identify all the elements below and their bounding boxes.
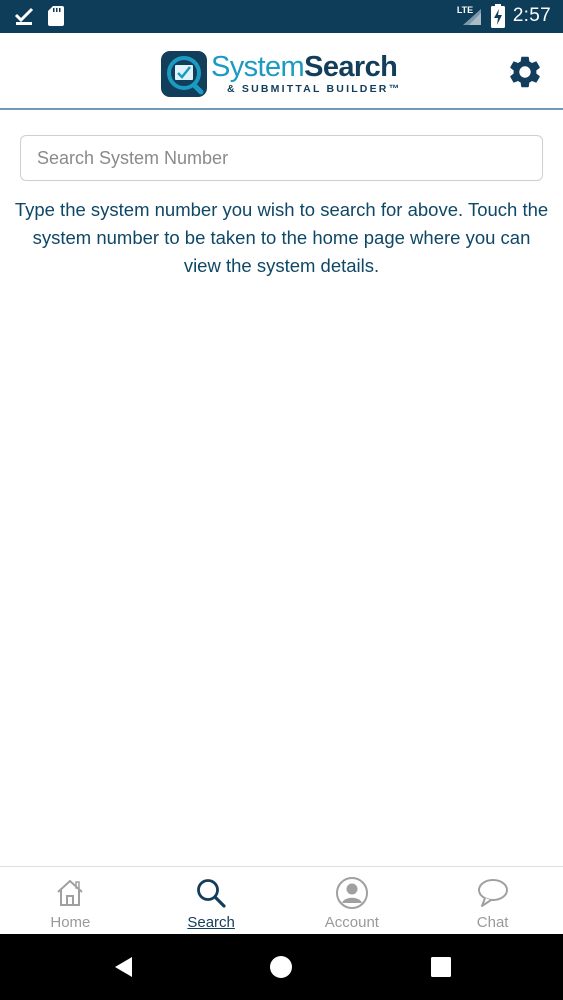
nav-label-home: Home bbox=[50, 914, 91, 931]
bottom-nav: Home Search Account Chat bbox=[0, 866, 563, 935]
search-instructions: Type the system number you wish to searc… bbox=[14, 199, 549, 276]
status-bar: LTE 2:57 bbox=[0, 0, 563, 33]
nav-item-search[interactable]: Search bbox=[141, 867, 282, 935]
sd-card-icon bbox=[48, 6, 64, 26]
search-input[interactable] bbox=[20, 135, 543, 181]
home-circle-icon[interactable] bbox=[269, 955, 293, 979]
nav-item-chat[interactable]: Chat bbox=[422, 867, 563, 935]
nav-item-account[interactable]: Account bbox=[282, 867, 423, 935]
nav-item-home[interactable]: Home bbox=[0, 867, 141, 935]
battery-charging-icon bbox=[490, 4, 505, 28]
back-icon[interactable] bbox=[112, 955, 136, 979]
logo-icon bbox=[161, 51, 207, 97]
status-right: LTE 2:57 bbox=[457, 4, 551, 28]
search-icon bbox=[197, 879, 226, 908]
logo-subtitle: & SUBMITTAL BUILDER™ bbox=[227, 83, 402, 96]
logo-text: SystemSearch & SUBMITTAL BUILDER™ bbox=[211, 53, 401, 95]
checkmark-icon bbox=[14, 7, 34, 25]
logo-title-bold: Search bbox=[304, 51, 398, 84]
recents-icon[interactable] bbox=[429, 955, 453, 979]
app-header: SystemSearch & SUBMITTAL BUILDER™ bbox=[0, 33, 563, 108]
signal-icon: LTE bbox=[457, 5, 483, 27]
app-logo: SystemSearch & SUBMITTAL BUILDER™ bbox=[161, 51, 401, 97]
chat-icon bbox=[477, 879, 508, 907]
account-icon bbox=[335, 877, 368, 909]
header-divider bbox=[0, 108, 563, 110]
nav-label-chat: Chat bbox=[476, 914, 509, 931]
home-icon bbox=[57, 879, 84, 906]
logo-title-light: System bbox=[211, 51, 305, 84]
logo-title: SystemSearch bbox=[211, 53, 401, 82]
status-time: 2:57 bbox=[512, 5, 551, 26]
gear-icon bbox=[510, 56, 540, 88]
nav-label-search: Search bbox=[187, 914, 235, 931]
status-left bbox=[14, 6, 64, 26]
nav-label-account: Account bbox=[324, 914, 379, 931]
system-nav-bar bbox=[0, 934, 563, 1000]
settings-button[interactable] bbox=[506, 53, 544, 91]
